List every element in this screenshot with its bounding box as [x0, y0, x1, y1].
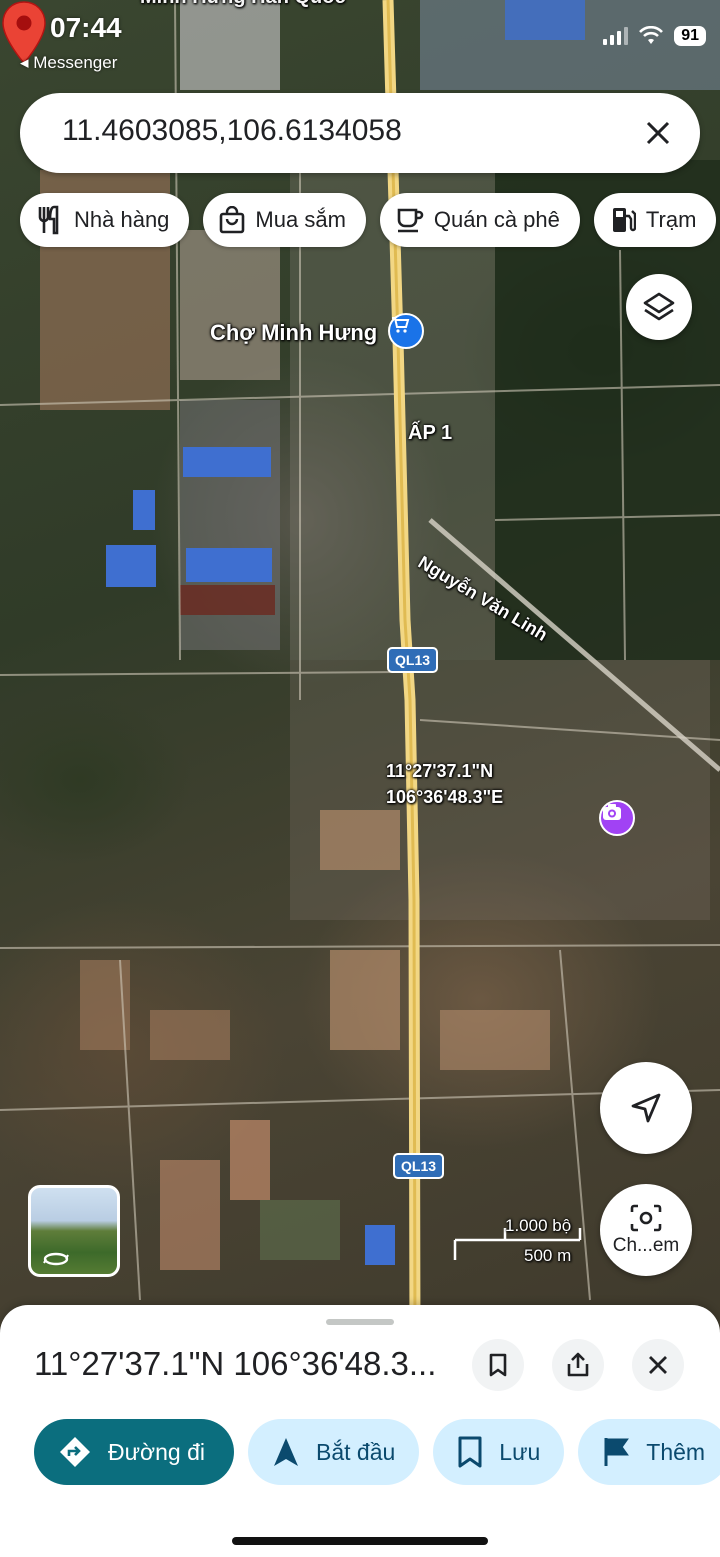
navigate-icon	[274, 1438, 298, 1466]
sheet-drag-handle[interactable]	[326, 1319, 394, 1325]
share-icon	[567, 1352, 589, 1377]
save-place-button[interactable]: Lưu	[433, 1419, 565, 1485]
chip-shopping[interactable]: Mua sắm	[203, 193, 366, 247]
coffee-icon	[397, 208, 424, 233]
place-title: 11°27'37.1"N 106°36'48.3...	[34, 1345, 437, 1382]
wifi-icon	[639, 26, 664, 44]
layers-button[interactable]	[626, 274, 692, 340]
close-icon	[649, 1356, 667, 1374]
lens-label: Ch...em	[612, 1235, 680, 1256]
directions-button[interactable]: Đường đi	[34, 1419, 234, 1485]
navigation-arrow-icon	[631, 1093, 661, 1123]
chip-restaurants[interactable]: Nhà hàng	[20, 193, 190, 247]
scale-label-meters: 500 m	[524, 1246, 572, 1265]
close-sheet-button[interactable]	[632, 1339, 684, 1391]
lens-camera-button[interactable]: Ch...em	[600, 1184, 692, 1276]
action-label: Lưu	[499, 1438, 541, 1465]
gas-station-icon	[612, 208, 636, 232]
street-view-thumbnail[interactable]	[28, 1185, 120, 1277]
back-to-app-link[interactable]: ◂ Messenger	[20, 53, 117, 73]
chip-label: Trạm	[645, 207, 697, 232]
save-button[interactable]	[472, 1339, 524, 1391]
bookmark-icon	[489, 1353, 507, 1377]
chip-label: Nhà hàng	[74, 207, 170, 232]
category-chips: Nhà hàng Mua sắm Quán cà phê Trạm	[20, 193, 717, 247]
home-indicator	[232, 1537, 488, 1545]
start-navigation-button[interactable]: Bắt đầu	[248, 1419, 420, 1485]
photo-poi-icon[interactable]	[599, 800, 635, 836]
bookmark-icon	[458, 1436, 482, 1468]
action-label: Đường đi	[108, 1438, 205, 1465]
more-button[interactable]: Thêm	[578, 1419, 720, 1485]
map-label-hamlet: ẤP 1	[408, 422, 453, 444]
layers-icon	[643, 292, 675, 321]
chip-gas-station[interactable]: Trạm	[593, 193, 717, 247]
my-location-button[interactable]	[600, 1062, 692, 1154]
battery-indicator: 91	[674, 26, 706, 46]
share-button[interactable]	[552, 1339, 604, 1391]
close-icon[interactable]	[638, 113, 678, 153]
chip-cafe[interactable]: Quán cà phê	[379, 193, 580, 247]
status-icons: 91	[602, 26, 706, 46]
route-shield: QL13	[387, 647, 439, 673]
directions-icon	[60, 1437, 90, 1467]
action-label: Bắt đầu	[316, 1438, 396, 1465]
search-input[interactable]: 11.4603085,106.6134058	[62, 114, 402, 148]
shopping-bag-icon	[220, 206, 245, 234]
action-label: Thêm	[646, 1438, 706, 1465]
chip-label: Quán cà phê	[433, 207, 560, 232]
shopping-poi-icon[interactable]	[388, 313, 424, 349]
route-shield: QL13	[393, 1153, 445, 1179]
search-bar[interactable]: 11.4603085,106.6134058	[20, 93, 700, 173]
scale-label-feet: 1.000 bộ	[505, 1216, 572, 1235]
pin-coordinates-label: 11°27'37.1"N 106°36'48.3"E	[386, 761, 504, 807]
map-label-market[interactable]: Chợ Minh Hưng	[210, 320, 377, 346]
action-buttons: Đường đi Bắt đầu Lưu Thêm	[34, 1419, 720, 1485]
flag-icon	[604, 1438, 630, 1466]
street-view-rotate-icon	[43, 1252, 69, 1266]
camera-search-icon	[630, 1204, 662, 1232]
restaurant-icon	[38, 205, 59, 235]
signal-icon	[603, 27, 629, 45]
chip-label: Mua sắm	[255, 207, 346, 232]
status-time: 07:44	[50, 12, 122, 43]
place-bottom-sheet[interactable]: 11°27'37.1"N 106°36'48.3... Đường đi Bắt…	[0, 1305, 720, 1557]
map-label-industrial: Minh Hưng Hàn Quốc	[140, 0, 346, 9]
